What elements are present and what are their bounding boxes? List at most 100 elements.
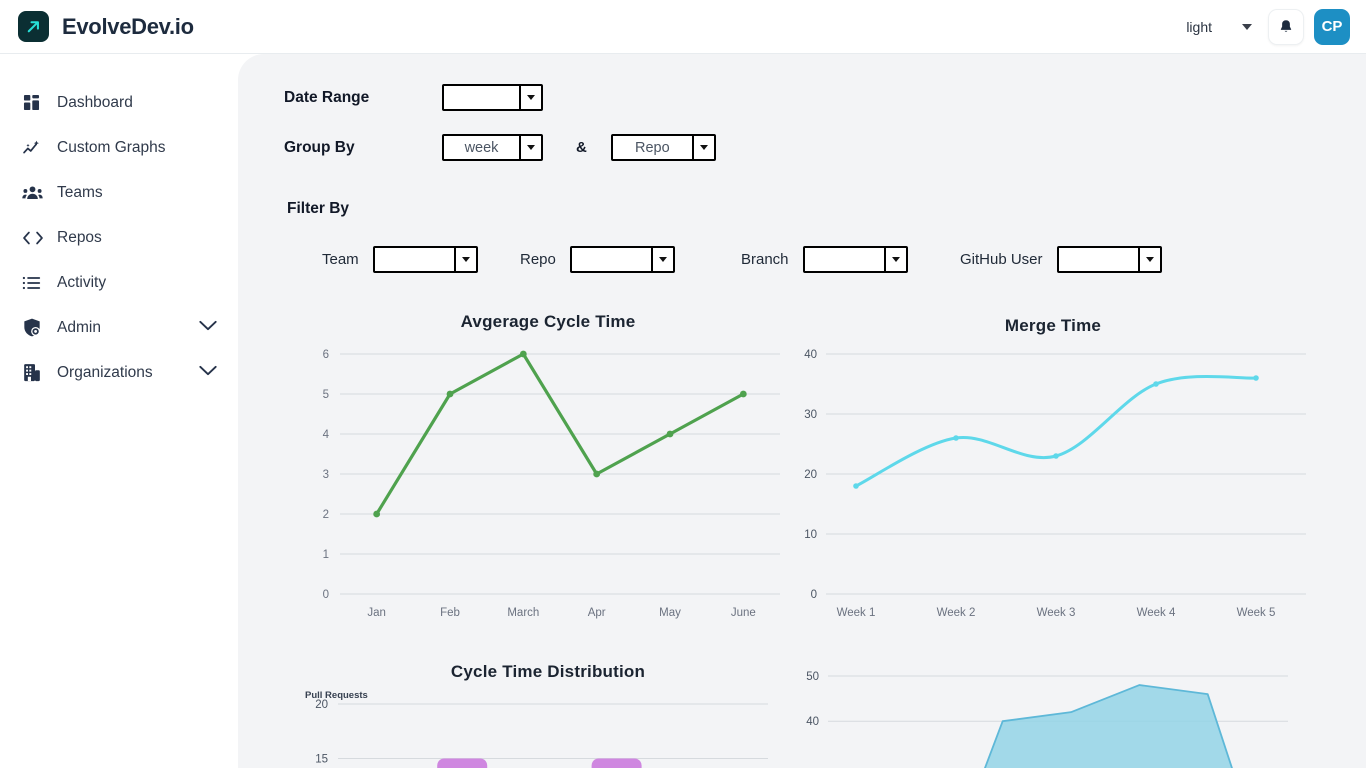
group-by-label: Group By — [284, 138, 355, 156]
chevron-down-icon — [519, 136, 541, 159]
chevron-down-icon — [1137, 248, 1160, 271]
filter-github-user-group: GitHub User — [960, 246, 1162, 273]
svg-text:Week 4: Week 4 — [1137, 607, 1176, 619]
filter-github-user-select[interactable] — [1056, 246, 1162, 273]
shield-badge-icon — [22, 317, 46, 338]
people-group-icon — [22, 183, 46, 203]
bell-icon — [1280, 20, 1292, 32]
chevron-down-icon[interactable] — [198, 319, 218, 337]
brand-name: EvolveDev.io — [62, 13, 194, 39]
svg-text:4: 4 — [323, 429, 330, 441]
filter-team-label: Team — [322, 251, 359, 268]
theme-selector[interactable]: light — [1176, 15, 1258, 39]
filter-branch-group: Branch — [741, 246, 908, 273]
avatar[interactable]: CP — [1314, 8, 1350, 45]
filter-team-value — [375, 248, 454, 271]
filter-github-user-label: GitHub User — [960, 251, 1043, 268]
sidebar-item-label: Teams — [57, 183, 103, 201]
chart-merge-time: Merge Time 0 10 20 30 40 Week 1 Week 2 Week 3 We… — [788, 316, 1318, 646]
sidebar-item-label: Admin — [57, 318, 101, 336]
building-icon — [22, 362, 46, 383]
date-range-select[interactable] — [442, 84, 543, 111]
sidebar-item-teams[interactable]: Teams — [0, 170, 238, 215]
svg-text:30: 30 — [804, 409, 817, 421]
chevron-down-icon — [691, 136, 714, 159]
filter-branch-select[interactable] — [802, 246, 908, 273]
filter-branch-value — [805, 248, 884, 271]
svg-text:May: May — [659, 607, 681, 619]
svg-text:2: 2 — [323, 509, 329, 521]
sidebar-item-label: Dashboard — [57, 93, 133, 111]
filter-repo-group: Repo — [520, 246, 675, 273]
svg-text:3: 3 — [323, 469, 329, 481]
chart-canvas[interactable]: 0 1 2 3 4 5 6 Jan Feb March Apr May June — [298, 332, 798, 642]
app-header: EvolveDev.io light CP — [0, 0, 1366, 54]
chevron-down-icon — [453, 248, 476, 271]
brand[interactable]: EvolveDev.io — [0, 11, 194, 42]
chart-cycle-time-distribution: Cycle Time Distribution Pull Requests 15 2… — [298, 662, 798, 768]
svg-text:Week 2: Week 2 — [937, 607, 976, 619]
chevron-down-icon[interactable] — [198, 364, 218, 382]
sidebar-item-label: Custom Graphs — [57, 138, 166, 156]
group-by-row: Group By week & Repo — [284, 134, 716, 161]
theme-value: light — [1186, 18, 1212, 35]
dashboard-grid-icon — [22, 93, 46, 112]
sidebar-item-custom-graphs[interactable]: Custom Graphs — [0, 125, 238, 170]
chart-title: Avgerage Cycle Time — [460, 312, 636, 331]
svg-text:Feb: Feb — [440, 607, 460, 619]
filter-by-heading: Filter By — [287, 200, 350, 217]
chart-title: Cycle Time Distribution — [450, 662, 646, 681]
chart-canvas[interactable]: 0 10 20 30 40 Week 1 Week 2 Week 3 Week 4 Week 5 — [788, 336, 1318, 641]
sidebar-item-label: Repos — [57, 228, 102, 246]
svg-text:March: March — [507, 607, 539, 619]
sidebar-item-organizations[interactable]: Organizations — [0, 350, 238, 395]
date-range-value — [444, 86, 519, 109]
group-by-second-select[interactable]: Repo — [610, 134, 716, 161]
header-actions: light CP — [1176, 8, 1366, 45]
chevron-down-icon — [1242, 23, 1252, 30]
svg-text:5: 5 — [323, 389, 329, 401]
filter-repo-value — [572, 248, 651, 271]
svg-text:Week 1: Week 1 — [837, 607, 876, 619]
group-by-second-value: Repo — [635, 139, 670, 156]
filter-team-group: Team — [322, 246, 478, 273]
chart-canvas[interactable]: Pull Requests1520 — [298, 682, 798, 768]
sidebar-item-admin[interactable]: Admin — [0, 305, 238, 350]
chart-area-bottom-right: 40 50 — [788, 662, 1318, 768]
date-range-row: Date Range — [284, 84, 543, 111]
svg-text:Week 3: Week 3 — [1037, 607, 1076, 619]
svg-text:Apr: Apr — [588, 607, 606, 619]
sidebar-item-dashboard[interactable]: Dashboard — [0, 80, 238, 125]
chevron-down-icon — [650, 248, 673, 271]
chevron-down-icon — [519, 86, 541, 109]
filter-branch-label: Branch — [741, 251, 789, 268]
svg-text:40: 40 — [806, 716, 819, 728]
svg-text:6: 6 — [323, 349, 329, 361]
avatar-initials: CP — [1321, 18, 1343, 35]
sidebar: Dashboard Custom Graphs Teams Repos Acti… — [0, 54, 238, 768]
chart-canvas[interactable]: 40 50 — [788, 662, 1318, 768]
svg-text:Week 5: Week 5 — [1237, 607, 1276, 619]
sidebar-item-label: Organizations — [57, 363, 153, 381]
svg-text:Jan: Jan — [367, 607, 386, 619]
svg-text:20: 20 — [315, 699, 328, 711]
svg-text:20: 20 — [804, 469, 817, 481]
svg-text:1: 1 — [323, 549, 329, 561]
date-range-label: Date Range — [284, 88, 370, 106]
sparkle-chart-icon — [22, 138, 46, 158]
chart-average-cycle-time: Avgerage Cycle Time 0 1 2 3 4 5 6 Jan Feb March Ap… — [298, 312, 798, 647]
list-lines-icon — [22, 274, 46, 292]
svg-text:50: 50 — [806, 671, 819, 683]
sidebar-item-repos[interactable]: Repos — [0, 215, 238, 260]
group-by-select[interactable]: week — [442, 134, 543, 161]
app-logo — [18, 11, 49, 42]
filter-team-select[interactable] — [372, 246, 478, 273]
notifications-button[interactable] — [1268, 8, 1304, 45]
code-brackets-icon — [22, 229, 46, 247]
svg-text:0: 0 — [811, 589, 817, 601]
sidebar-item-activity[interactable]: Activity — [0, 260, 238, 305]
filter-repo-select[interactable] — [569, 246, 675, 273]
sidebar-item-label: Activity — [57, 273, 107, 291]
chart-title: Merge Time — [1004, 316, 1102, 335]
filter-repo-label: Repo — [520, 251, 556, 268]
